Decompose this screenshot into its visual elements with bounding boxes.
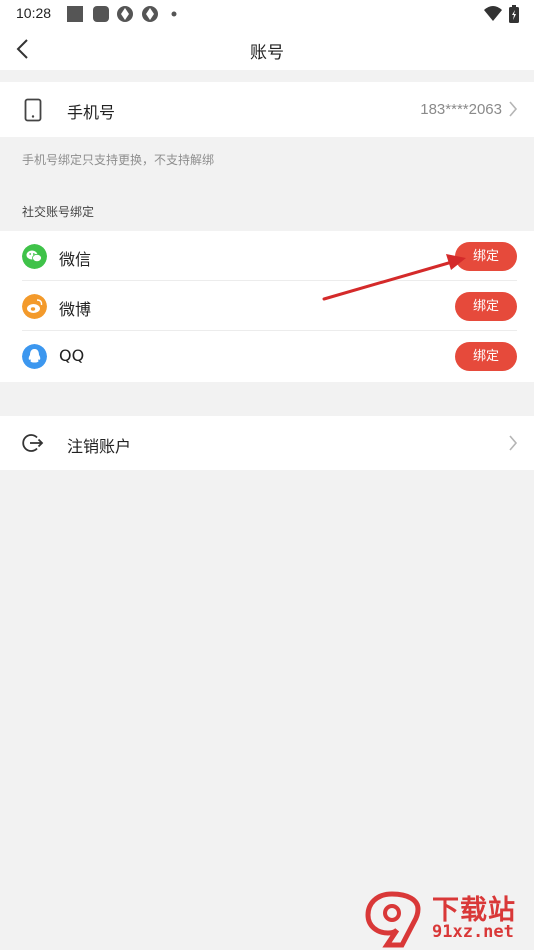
watermark-logo <box>365 891 421 948</box>
weibo-icon <box>22 294 47 319</box>
social-label-wechat: 微信 <box>59 250 92 269</box>
wifi-icon <box>484 6 502 21</box>
qq-icon <box>22 344 47 369</box>
wechat-icon <box>22 244 47 269</box>
aperture-icon <box>117 6 133 22</box>
nav-bar: 账号 <box>0 28 534 70</box>
chevron-right-icon <box>509 435 518 451</box>
phone-label: 手机号 <box>67 103 116 122</box>
bind-weibo-button[interactable]: 绑定 <box>455 292 517 321</box>
social-accounts-list: 微信 绑定 微博 绑定 QQ 绑定 <box>0 231 534 382</box>
phone-binding-hint: 手机号绑定只支持更换，不支持解绑 <box>22 153 215 167</box>
social-label-qq: QQ <box>59 346 85 365</box>
square-icon <box>67 6 83 22</box>
social-section-label: 社交账号绑定 <box>22 205 95 219</box>
mobile-phone-icon <box>24 98 42 122</box>
chevron-right-icon <box>509 101 518 117</box>
deactivate-account-label: 注销账户 <box>67 437 132 456</box>
status-bar: 10:28 <box>0 0 534 28</box>
phone-number-row[interactable]: 手机号 183****2063 <box>0 82 534 137</box>
social-row-wechat: 微信 绑定 <box>0 231 534 281</box>
battery-charging-icon <box>509 5 519 23</box>
social-row-qq: QQ 绑定 <box>0 331 534 382</box>
social-label-weibo: 微博 <box>59 300 92 319</box>
social-row-weibo: 微博 绑定 <box>0 281 534 331</box>
watermark-url: 91xz.net <box>432 922 514 942</box>
annotation-arrow <box>322 254 466 301</box>
logout-icon <box>22 434 44 452</box>
rounded-square-icon <box>93 6 109 22</box>
deactivate-account-row[interactable]: 注销账户 <box>0 416 534 470</box>
bind-qq-button[interactable]: 绑定 <box>455 342 517 371</box>
bind-wechat-button[interactable]: 绑定 <box>455 242 517 271</box>
aperture-icon <box>142 6 158 22</box>
watermark: 下载站 91xz.net <box>362 888 534 950</box>
page-title: 账号 <box>250 43 284 63</box>
phone-value: 183****2063 <box>420 101 502 118</box>
dot-icon <box>171 11 177 17</box>
status-time: 10:28 <box>16 5 52 21</box>
